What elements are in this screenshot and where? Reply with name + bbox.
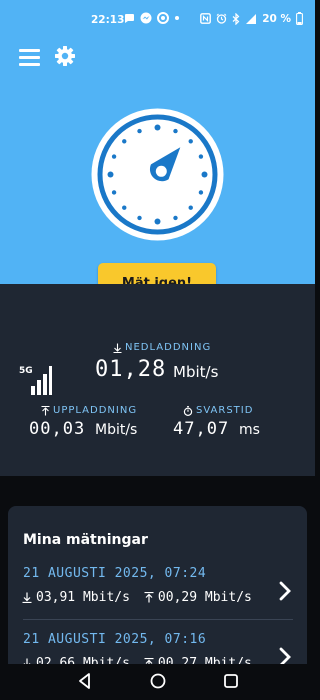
download-label-text: NEDLADDNING <box>125 342 212 353</box>
download-unit: Mbit/s <box>173 363 219 381</box>
nfc-icon <box>200 13 212 24</box>
history-item-download: 03,91 Mbit/s <box>36 590 130 605</box>
gauge-tick-dot <box>154 218 161 225</box>
history-item[interactable]: 21 AUGUSTI 2025, 07:24 03,91 Mbit/s 00,2… <box>8 566 307 626</box>
battery-percent: 20 % <box>262 12 291 25</box>
dot-icon <box>175 16 179 20</box>
download-label: NEDLADDNING <box>113 342 211 353</box>
record-icon <box>157 12 169 24</box>
recent-apps-icon[interactable] <box>222 672 240 690</box>
download-value: 01,28 <box>95 357 167 382</box>
upload-arrow-icon <box>144 592 154 603</box>
my-measurements-title: Mina mätningar <box>23 532 148 548</box>
upload-unit: Mbit/s <box>95 422 138 438</box>
gauge-tick-dot <box>173 215 178 221</box>
gauge-tick-dot <box>122 205 127 210</box>
latency-label: SVARSTID <box>183 405 253 416</box>
status-time: 22:13 <box>91 14 125 26</box>
notification-icons <box>124 12 180 24</box>
chat-icon <box>125 13 134 23</box>
upload-label-text: UPPLADDNING <box>53 405 138 416</box>
system-status-icons: 20 % <box>200 12 303 25</box>
gauge-tick-dot <box>107 171 114 178</box>
bluetooth-icon <box>232 12 240 25</box>
network-type-5g-icon: 5G <box>19 366 52 395</box>
history-item-date: 21 AUGUSTI 2025, 07:24 <box>23 566 207 581</box>
status-bar: 22:13 20 % <box>0 0 315 40</box>
gauge-tick-dot <box>111 190 117 195</box>
gear-icon[interactable] <box>54 45 76 67</box>
latency-unit: ms <box>239 422 260 438</box>
app-toolbar <box>0 40 315 74</box>
gauge-tick-dot <box>137 215 142 221</box>
stopwatch-icon <box>183 405 193 416</box>
gauge-tick-dot <box>188 205 193 210</box>
gauge-tick-dot <box>188 139 193 144</box>
back-icon[interactable] <box>76 672 94 690</box>
gauge-tick-dot <box>122 139 127 144</box>
gauge-tick-dot <box>137 128 142 134</box>
home-icon[interactable] <box>149 672 167 690</box>
history-item-stats: 03,91 Mbit/s 00,29 Mbit/s <box>22 590 252 605</box>
history-item-date: 21 AUGUSTI 2025, 07:16 <box>23 632 207 647</box>
speedometer-gauge-icon <box>91 108 224 241</box>
wifi-icon <box>246 13 257 24</box>
gauge-tick-dot <box>154 124 161 131</box>
upload-label: UPPLADDNING <box>41 405 137 416</box>
battery-icon <box>296 12 303 25</box>
gauge-tick-dot <box>111 154 117 159</box>
chevron-right-icon[interactable] <box>278 580 292 602</box>
latency-value: 47,07 <box>173 419 230 439</box>
upload-value: 00,03 <box>29 419 86 439</box>
system-navigation-bar <box>0 664 315 700</box>
alarm-icon <box>216 13 227 24</box>
download-arrow-icon <box>113 343 122 353</box>
upload-arrow-icon <box>41 405 50 415</box>
download-arrow-icon <box>22 592 32 603</box>
latency-label-text: SVARSTID <box>196 405 254 416</box>
gauge-tick-dot <box>198 190 204 195</box>
history-item-upload: 00,29 Mbit/s <box>157 590 252 605</box>
history-divider <box>23 619 293 620</box>
gauge-tick-dot <box>173 128 178 134</box>
messenger-icon <box>140 12 152 24</box>
gauge-tick-dot <box>201 171 208 178</box>
network-type-label: 5G <box>19 366 33 376</box>
gauge-tick-dot <box>198 154 204 159</box>
hamburger-menu-icon[interactable] <box>19 48 41 66</box>
